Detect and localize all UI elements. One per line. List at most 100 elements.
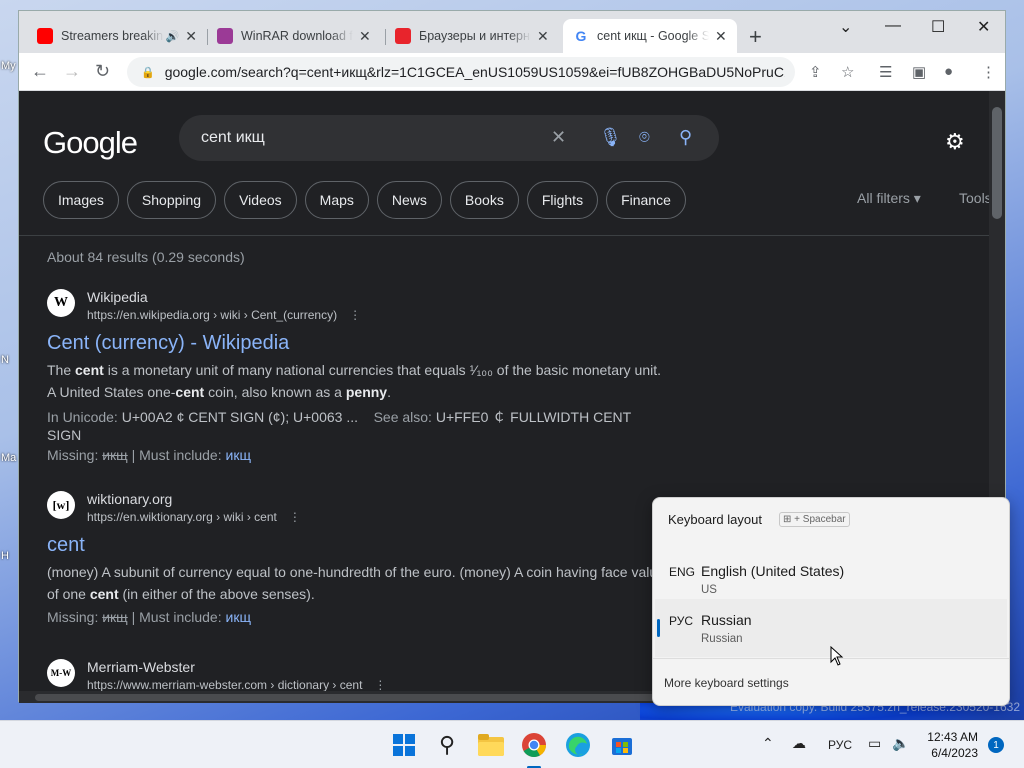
tab-streamers[interactable]: Streamers breaking 🔊 ✕ bbox=[27, 19, 207, 53]
must-include-link[interactable]: икщ bbox=[226, 609, 251, 625]
side-panel-icon[interactable]: ▣ bbox=[912, 63, 926, 81]
desktop-icon-label[interactable]: H bbox=[1, 550, 9, 562]
maximize-button[interactable]: ☐ bbox=[931, 17, 945, 37]
edge-icon[interactable] bbox=[564, 731, 592, 759]
chip-videos[interactable]: Videos bbox=[224, 181, 297, 219]
search-icon[interactable]: ⚲ bbox=[679, 127, 692, 148]
google-logo[interactable]: Google bbox=[43, 125, 138, 161]
more-options-icon[interactable]: ⋮ bbox=[289, 510, 301, 524]
chip-shopping[interactable]: Shopping bbox=[126, 181, 217, 219]
taskbar: ⚲ ⌃ ☁ РУС ▭ 🔈 12:43 AM 6/4/2023 1 bbox=[0, 720, 1024, 768]
search-icon[interactable]: ⚲ bbox=[433, 731, 461, 759]
chip-maps[interactable]: Maps bbox=[304, 181, 369, 219]
shortcut-hint: ⊞ + Spacebar bbox=[779, 512, 850, 527]
browser-toolbar: ← → ↻ 🔒 google.com/search?q=cent+икщ&rlz… bbox=[19, 53, 1005, 91]
wiktionary-favicon[interactable]: [w] bbox=[47, 491, 75, 519]
chip-flights[interactable]: Flights bbox=[526, 181, 599, 219]
tab-search-chevron-icon[interactable]: ⌄ bbox=[839, 17, 852, 37]
close-window-button[interactable]: ✕ bbox=[977, 17, 990, 37]
share-icon[interactable]: ⇪ bbox=[809, 63, 822, 81]
result-site-name[interactable]: Merriam-Webster bbox=[87, 659, 386, 675]
search-box[interactable]: cent икщ ✕ 🎙 ⌾ ⚲ bbox=[179, 115, 719, 161]
profile-avatar-icon[interactable]: ● bbox=[944, 63, 953, 80]
clear-icon[interactable]: ✕ bbox=[551, 127, 566, 148]
store-icon[interactable] bbox=[608, 731, 636, 759]
network-icon[interactable]: ▭ bbox=[868, 735, 881, 752]
more-keyboard-settings-link[interactable]: More keyboard settings bbox=[664, 676, 789, 690]
address-url[interactable]: google.com/search?q=cent+икщ&rlz=1C1GCEA… bbox=[165, 64, 785, 80]
result-snippet: (money) A subunit of currency equal to o… bbox=[47, 564, 665, 602]
search-result: W Wikipedia https://en.wikipedia.org › w… bbox=[47, 289, 667, 463]
new-tab-button[interactable]: + bbox=[749, 24, 762, 50]
file-explorer-icon[interactable] bbox=[477, 731, 505, 759]
more-options-icon[interactable]: ⋮ bbox=[374, 678, 386, 691]
clock[interactable]: 12:43 AM 6/4/2023 bbox=[920, 729, 978, 761]
vertical-scroll-thumb[interactable] bbox=[992, 107, 1002, 219]
merriam-webster-favicon[interactable]: M-W bbox=[47, 659, 75, 687]
chip-books[interactable]: Books bbox=[449, 181, 519, 219]
notification-badge[interactable]: 1 bbox=[988, 737, 1004, 753]
desktop-icon-label[interactable]: Ma bbox=[1, 452, 16, 464]
lock-icon[interactable]: 🔒 bbox=[141, 66, 155, 79]
settings-gear-icon[interactable]: ⚙ bbox=[945, 129, 965, 155]
input-language-indicator[interactable]: РУС bbox=[828, 738, 852, 752]
forward-arrow-icon[interactable]: → bbox=[63, 61, 81, 82]
tools-button[interactable]: Tools bbox=[959, 190, 989, 206]
tab-close-icon[interactable]: ✕ bbox=[359, 28, 371, 45]
clock-time: 12:43 AM bbox=[927, 730, 978, 744]
search-result: M-W Merriam-Webster https://www.merriam-… bbox=[47, 659, 667, 691]
address-bar[interactable]: 🔒 google.com/search?q=cent+икщ&rlz=1C1GC… bbox=[127, 57, 795, 87]
more-options-icon[interactable]: ⋮ bbox=[349, 308, 361, 322]
start-windows-icon[interactable] bbox=[390, 731, 418, 759]
tab-title: Streamers breaking bbox=[61, 29, 164, 43]
speaker-icon[interactable]: 🔊 bbox=[166, 30, 180, 43]
menu-kebab-icon[interactable]: ⋮ bbox=[981, 63, 996, 81]
tab-winrar[interactable]: WinRAR download free ✕ bbox=[207, 19, 385, 53]
all-filters-button[interactable]: All filters ▾ bbox=[857, 190, 921, 207]
tab-title: cent икщ - Google Search bbox=[597, 29, 709, 43]
tab-title: Браузеры и интернет bbox=[419, 29, 531, 43]
back-arrow-icon[interactable]: ← bbox=[31, 61, 49, 82]
minimize-button[interactable]: — bbox=[885, 17, 901, 35]
keyboard-layout-flyout: Keyboard layout ⊞ + Spacebar ENG English… bbox=[652, 497, 1010, 706]
search-result: [w] wiktionary.org https://en.wiktionary… bbox=[47, 491, 667, 625]
camera-lens-icon[interactable]: ⌾ bbox=[639, 127, 650, 148]
desktop-icon-label[interactable]: N bbox=[1, 354, 9, 366]
layout-name: US bbox=[701, 584, 717, 596]
result-site-name[interactable]: wiktionary.org bbox=[87, 491, 301, 507]
must-include-link[interactable]: икщ bbox=[226, 447, 251, 463]
google-icon: G bbox=[573, 28, 589, 44]
wikipedia-favicon[interactable]: W bbox=[47, 289, 75, 317]
result-cite[interactable]: https://en.wikipedia.org › wiki › Cent_(… bbox=[87, 308, 337, 322]
result-title-link[interactable]: Cent (currency) - Wikipedia bbox=[47, 330, 667, 356]
desktop-icon-label[interactable]: My bbox=[1, 60, 16, 72]
microphone-icon[interactable]: 🎙 bbox=[599, 127, 622, 148]
bookmark-star-icon[interactable]: ☆ bbox=[841, 63, 854, 81]
site-logo-icon bbox=[395, 28, 411, 44]
chip-news[interactable]: News bbox=[376, 181, 442, 219]
result-cite[interactable]: https://www.merriam-webster.com › dictio… bbox=[87, 678, 362, 691]
divider bbox=[19, 235, 989, 236]
language-code: ENG bbox=[669, 565, 696, 579]
result-title-link[interactable]: cent bbox=[47, 532, 667, 558]
result-site-name[interactable]: Wikipedia bbox=[87, 289, 361, 305]
horizontal-scroll-thumb[interactable] bbox=[35, 694, 655, 701]
chip-finance[interactable]: Finance bbox=[606, 181, 686, 219]
reload-icon[interactable]: ↻ bbox=[95, 61, 110, 82]
result-cite[interactable]: https://en.wiktionary.org › wiki › cent bbox=[87, 510, 277, 524]
tab-close-icon[interactable]: ✕ bbox=[715, 28, 727, 45]
tab-close-icon[interactable]: ✕ bbox=[185, 28, 197, 45]
volume-icon[interactable]: 🔈 bbox=[892, 735, 909, 752]
tab-close-icon[interactable]: ✕ bbox=[537, 28, 549, 45]
tab-browsers[interactable]: Браузеры и интернет ✕ bbox=[385, 19, 563, 53]
tab-google-search[interactable]: G cent икщ - Google Search ✕ bbox=[563, 19, 737, 53]
show-hidden-icons-chevron-icon[interactable]: ⌃ bbox=[762, 735, 774, 752]
missing-terms: Missing: икщ | Must include: икщ bbox=[47, 447, 251, 463]
onedrive-cloud-icon[interactable]: ☁ bbox=[792, 735, 806, 752]
chrome-icon[interactable] bbox=[520, 731, 548, 759]
result-snippet: The cent is a monetary unit of many nati… bbox=[47, 362, 661, 400]
search-input[interactable]: cent икщ bbox=[201, 129, 265, 147]
reading-list-icon[interactable]: ☰ bbox=[879, 63, 892, 81]
chip-images[interactable]: Images bbox=[43, 181, 119, 219]
missing-terms: Missing: икщ | Must include: икщ bbox=[47, 609, 251, 625]
